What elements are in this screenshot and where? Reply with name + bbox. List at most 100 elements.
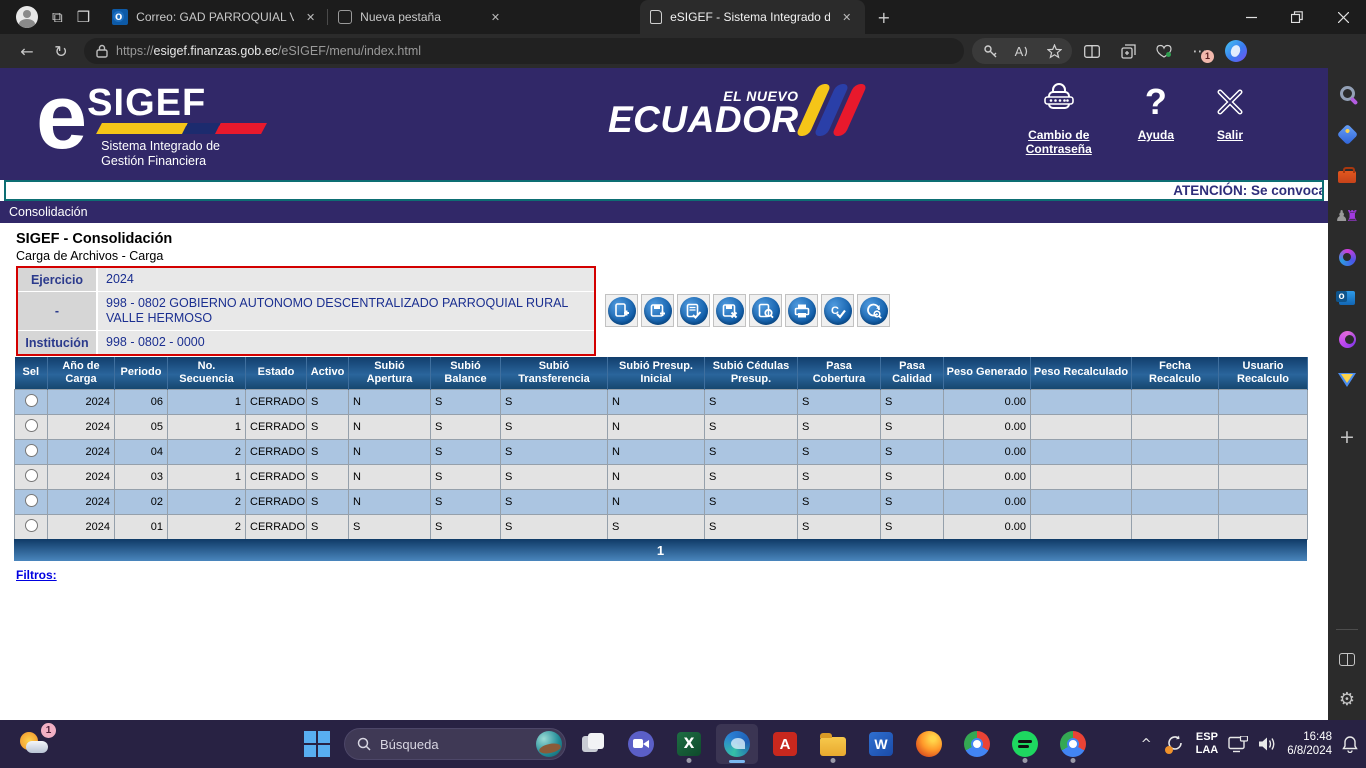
refresh-button[interactable]: ↻ [44, 42, 78, 61]
password-key-icon[interactable] [974, 38, 1006, 64]
copilot-icon[interactable] [1220, 38, 1252, 64]
search-detail-button[interactable] [749, 294, 782, 327]
file-explorer-icon[interactable] [812, 724, 854, 764]
window-close-button[interactable] [1320, 0, 1366, 34]
browser-profile-avatar[interactable] [16, 6, 38, 28]
exit-label[interactable]: Salir [1210, 128, 1250, 142]
table-cell-sel [15, 414, 48, 439]
change-password-button[interactable]: Cambio de Contraseña [1016, 80, 1102, 156]
browser-essentials-icon[interactable] [1148, 38, 1180, 64]
row-select-radio[interactable] [25, 419, 38, 432]
new-tab-button[interactable]: + [877, 8, 890, 27]
help-label[interactable]: Ayuda [1138, 128, 1174, 142]
speaker-icon[interactable] [1258, 736, 1277, 752]
excel-icon[interactable]: X [668, 724, 710, 764]
remote-display-icon[interactable] [1228, 736, 1248, 753]
sidebar-clipchamp-icon[interactable] [1336, 328, 1358, 350]
language-indicator[interactable]: ESPLAA [1196, 731, 1219, 757]
bing-daily-image[interactable] [536, 731, 562, 757]
read-aloud-icon[interactable]: A [1006, 38, 1038, 64]
taskbar-search[interactable]: Búsqueda [344, 728, 566, 760]
sidebar-games-icon[interactable]: ♟♜ [1336, 205, 1358, 227]
row-select-radio[interactable] [25, 394, 38, 407]
menu-consolidacion[interactable]: Consolidación [0, 205, 97, 219]
sidebar-search-icon[interactable] [1336, 82, 1358, 104]
column-header: Activo [307, 357, 349, 389]
column-header: Subió Apertura [349, 357, 431, 389]
attention-marquee: ATENCIÓN: Se convoca [4, 180, 1324, 201]
row-select-radio[interactable] [25, 469, 38, 482]
weather-widget[interactable]: 1 [18, 728, 52, 760]
chrome-icon[interactable] [956, 724, 998, 764]
change-password-label[interactable]: Cambio de Contraseña [1016, 128, 1102, 156]
taskbar-clock[interactable]: 16:48 6/8/2024 [1287, 730, 1332, 758]
teams-chat-icon[interactable] [620, 724, 662, 764]
favorites-star-icon[interactable] [1038, 38, 1070, 64]
row-select-radio[interactable] [25, 519, 38, 532]
collections-icon[interactable] [1112, 38, 1144, 64]
filters-link[interactable]: Filtros: [16, 568, 57, 582]
spotify-icon[interactable] [1004, 724, 1046, 764]
tab-correo[interactable]: Correo: GAD PARROQUIAL VALLE ✕ [102, 0, 327, 34]
tab-close-icon[interactable]: ✕ [487, 9, 504, 26]
word-icon[interactable]: W [860, 724, 902, 764]
sidebar-add-button[interactable]: + [1339, 426, 1355, 448]
tray-overflow-chevron[interactable]: ^ [1137, 737, 1156, 752]
row-select-radio[interactable] [25, 444, 38, 457]
delete-record-button[interactable] [713, 294, 746, 327]
url-text[interactable]: https://esigef.finanzas.gob.ec/eSIGEF/me… [116, 44, 421, 58]
validate-form-button[interactable] [677, 294, 710, 327]
new-record-button[interactable] [605, 294, 638, 327]
print-button[interactable] [785, 294, 818, 327]
page-number[interactable]: 1 [657, 543, 664, 558]
sidebar-outlook-icon[interactable] [1336, 287, 1358, 309]
tab-close-icon[interactable]: ✕ [302, 9, 319, 26]
window-restore-button[interactable] [1274, 0, 1320, 34]
help-button[interactable]: ? Ayuda [1138, 80, 1174, 156]
sidebar-settings-icon[interactable]: ⚙ [1336, 688, 1358, 710]
address-bar[interactable]: https://esigef.finanzas.gob.ec/eSIGEF/me… [84, 38, 964, 64]
sync-status-icon[interactable] [1166, 734, 1186, 754]
form-label-ejercicio: Ejercicio [18, 268, 98, 291]
start-button[interactable] [296, 724, 338, 764]
back-button[interactable]: ← [10, 42, 44, 61]
tab-esigef-active[interactable]: eSIGEF - Sistema Integrado de G ✕ [640, 0, 865, 34]
tab-actions-icon[interactable]: ❒ [77, 8, 90, 26]
sidebar-shopping-icon[interactable] [1336, 123, 1358, 145]
table-cell: CERRADO [246, 414, 307, 439]
row-select-radio[interactable] [25, 494, 38, 507]
save-add-button[interactable] [641, 294, 674, 327]
table-cell: 2 [168, 439, 246, 464]
exit-button[interactable]: Salir [1210, 80, 1250, 156]
action-toolbar: C [605, 294, 890, 327]
outlook-favicon [112, 9, 128, 25]
column-header: Año de Carga [48, 357, 115, 389]
user-label: Usuario: AKSOSAINTEG [981, 226, 1126, 240]
acrobat-icon[interactable]: A [764, 724, 806, 764]
brand-main-text: ECUADOR [608, 104, 799, 136]
firefox-icon[interactable] [908, 724, 950, 764]
tab-nueva-pestana[interactable]: Nueva pestaña ✕ [328, 0, 512, 34]
sidebar-drop-icon[interactable] [1336, 369, 1358, 391]
split-screen-icon[interactable] [1076, 38, 1108, 64]
sidebar-tools-icon[interactable] [1336, 164, 1358, 186]
edge-icon[interactable] [716, 724, 758, 764]
table-cell: 1 [168, 389, 246, 414]
chrome-profile-icon[interactable] [1052, 724, 1094, 764]
table-cell: S [307, 464, 349, 489]
approve-check-button[interactable]: C [821, 294, 854, 327]
table-row: 2024031CERRADOSNSSNSSS0.00 [15, 464, 1308, 489]
workspaces-icon[interactable]: ⧉ [52, 8, 63, 26]
sidebar-microsoft365-icon[interactable] [1336, 246, 1358, 268]
recalculate-search-button[interactable] [857, 294, 890, 327]
settings-more-icon[interactable]: ⋯1 [1184, 38, 1216, 64]
tab-close-icon[interactable]: ✕ [838, 9, 855, 26]
table-cell [1219, 389, 1308, 414]
notification-bell-icon[interactable] [1342, 735, 1358, 753]
window-minimize-button[interactable] [1228, 0, 1274, 34]
sidebar-panel-icon[interactable] [1336, 648, 1358, 670]
table-cell: 2024 [48, 464, 115, 489]
help-icon: ? [1138, 80, 1174, 124]
table-cell: 04 [115, 439, 168, 464]
task-view-button[interactable] [572, 724, 614, 764]
